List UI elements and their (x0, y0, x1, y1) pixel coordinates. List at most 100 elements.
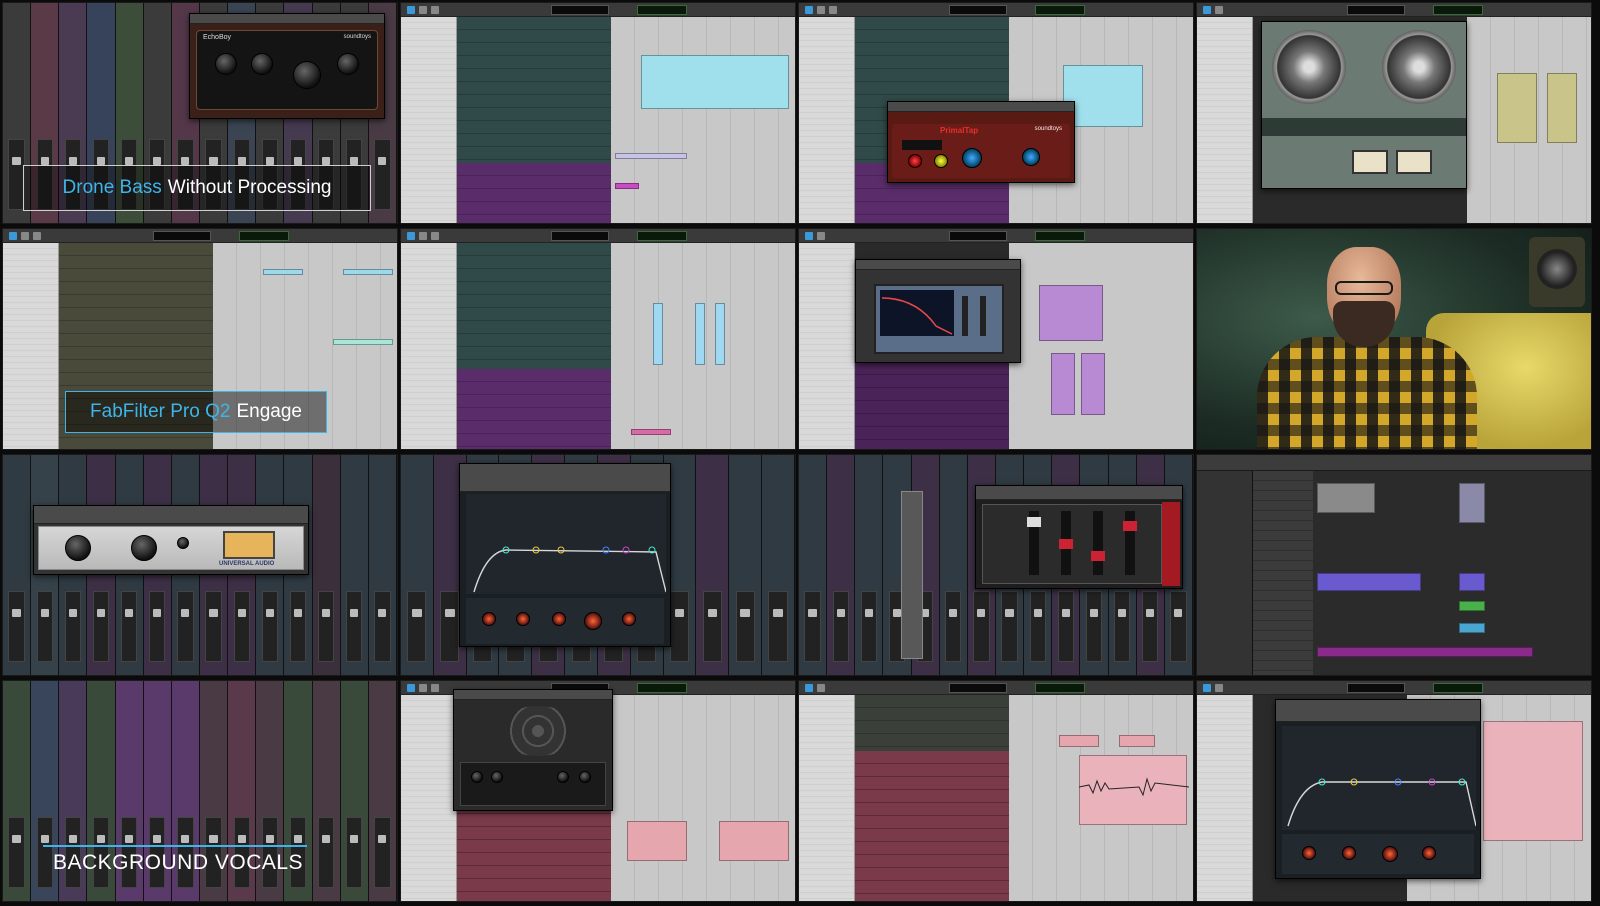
thumb-edit-window-1[interactable] (400, 2, 796, 224)
delay-display (902, 140, 942, 150)
mix-knob[interactable] (293, 61, 321, 89)
band-knob[interactable] (1422, 846, 1436, 860)
thumb-fabfilter-engage[interactable]: FabFilter Pro Q2 Engage (2, 228, 398, 450)
automation-line (1079, 777, 1189, 797)
thumb-background-vocals[interactable]: BACKGROUND VOCALS (2, 680, 398, 902)
control-knob[interactable] (579, 771, 591, 783)
primaltap-label: PrimalTap (940, 126, 979, 135)
fabfilter-eq-window[interactable] (459, 463, 671, 647)
slider[interactable] (1091, 511, 1105, 575)
selected-channel-fader[interactable] (901, 491, 923, 659)
gain-knob[interactable] (65, 535, 91, 561)
audio-clip[interactable] (719, 821, 789, 861)
thumb-logic-arrange[interactable] (1196, 454, 1592, 676)
audio-clip[interactable] (1119, 735, 1155, 747)
la2a-plugin-window[interactable]: UNIVERSAL AUDIO (33, 505, 309, 575)
band-knob[interactable] (622, 612, 636, 626)
echoboy-plugin-window[interactable]: EchoBoy soundtoys (189, 13, 385, 119)
audio-clip[interactable] (1497, 73, 1537, 143)
soundtoys-logo: soundtoys (1034, 126, 1062, 132)
thumb-presenter[interactable] (1196, 228, 1592, 450)
band-knob[interactable] (584, 612, 602, 630)
thumb-tape-machine[interactable] (1196, 2, 1592, 224)
presenter-glasses (1335, 281, 1393, 295)
audio-clip[interactable] (715, 303, 725, 365)
eq-curve-display (466, 494, 666, 594)
logic-track-headers (1253, 471, 1313, 675)
blue-knob-2[interactable] (1022, 148, 1040, 166)
audio-clip[interactable] (1059, 735, 1099, 747)
audio-clip[interactable] (627, 821, 687, 861)
thumb-edit-window-3[interactable] (798, 680, 1194, 902)
transport-bar (401, 229, 795, 243)
region[interactable] (1317, 573, 1421, 591)
blue-knob[interactable] (962, 148, 982, 168)
thumb-edit-window-2[interactable] (400, 228, 796, 450)
audio-clip[interactable] (1039, 285, 1103, 341)
audio-clip[interactable] (1063, 65, 1143, 127)
transport-bar (401, 3, 795, 17)
video-thumbnail-grid: EchoBoy soundtoys Drone Bass Without Pro… (0, 0, 1600, 906)
region[interactable] (1459, 573, 1485, 591)
saturation-knob[interactable] (337, 53, 359, 75)
band-knob[interactable] (552, 612, 566, 626)
transport-bar (799, 681, 1193, 695)
slider[interactable] (1027, 511, 1041, 575)
thumb-primaltap[interactable]: PrimalTap soundtoys (798, 2, 1194, 224)
thumb-fabfilter-eq-2[interactable] (1196, 680, 1592, 902)
audio-clip[interactable] (653, 303, 663, 365)
output-meter (1162, 502, 1180, 586)
red-plugin-window[interactable] (975, 485, 1183, 589)
track-list (3, 243, 59, 449)
ua-logo: UNIVERSAL AUDIO (219, 561, 275, 567)
band-knob[interactable] (1382, 846, 1398, 862)
audio-clip[interactable] (1051, 353, 1075, 415)
audio-clip[interactable] (695, 303, 705, 365)
echo-time-knob[interactable] (215, 53, 237, 75)
control-panel (460, 762, 606, 806)
slider[interactable] (1059, 511, 1073, 575)
feedback-knob[interactable] (251, 53, 273, 75)
filter-plugin-window[interactable] (855, 259, 1021, 363)
region[interactable] (1459, 483, 1485, 523)
yellow-knob[interactable] (934, 154, 948, 168)
fabfilter-eq-window[interactable] (1275, 699, 1481, 879)
thumb-filter-plugin[interactable] (798, 228, 1194, 450)
region[interactable] (1317, 647, 1533, 657)
thumb-red-plugin-mixer[interactable] (798, 454, 1194, 676)
band-controls (1282, 834, 1474, 874)
region[interactable] (1459, 601, 1485, 611)
band-knob[interactable] (516, 612, 530, 626)
red-knob[interactable] (908, 154, 922, 168)
thumb-fabfilter-eq[interactable] (400, 454, 796, 676)
audio-clip[interactable] (641, 55, 789, 109)
thumb-la2a-mixer[interactable]: UNIVERSAL AUDIO (2, 454, 398, 676)
control-knob[interactable] (557, 771, 569, 783)
audio-clip[interactable] (1483, 721, 1583, 841)
mode-switch[interactable] (177, 537, 189, 549)
band-knob[interactable] (1342, 846, 1356, 860)
control-knob[interactable] (491, 771, 503, 783)
track-list (799, 695, 855, 901)
hardware-plugin-window[interactable] (453, 689, 613, 811)
track-headers-red (855, 751, 1009, 901)
control-knob[interactable] (471, 771, 483, 783)
thumb-hardware-plugin[interactable] (400, 680, 796, 902)
vu-meter (1396, 150, 1432, 174)
slider[interactable] (1123, 511, 1137, 575)
band-knob[interactable] (482, 612, 496, 626)
region[interactable] (1459, 623, 1485, 633)
peak-reduction-knob[interactable] (131, 535, 157, 561)
transport-buttons[interactable] (1262, 118, 1466, 136)
track-headers-purple (457, 163, 611, 223)
primaltap-plugin-window[interactable]: PrimalTap soundtoys (887, 101, 1075, 183)
band-knob[interactable] (1302, 846, 1316, 860)
tape-machine-plugin[interactable] (1261, 21, 1467, 189)
clip-row (631, 429, 671, 435)
audio-clip[interactable] (1081, 353, 1105, 415)
audio-clip[interactable] (1547, 73, 1577, 143)
reel-display (498, 706, 578, 756)
thumb-echoboy-mixer[interactable]: EchoBoy soundtoys Drone Bass Without Pro… (2, 2, 398, 224)
region[interactable] (1317, 483, 1375, 513)
logic-inspector (1197, 471, 1253, 675)
